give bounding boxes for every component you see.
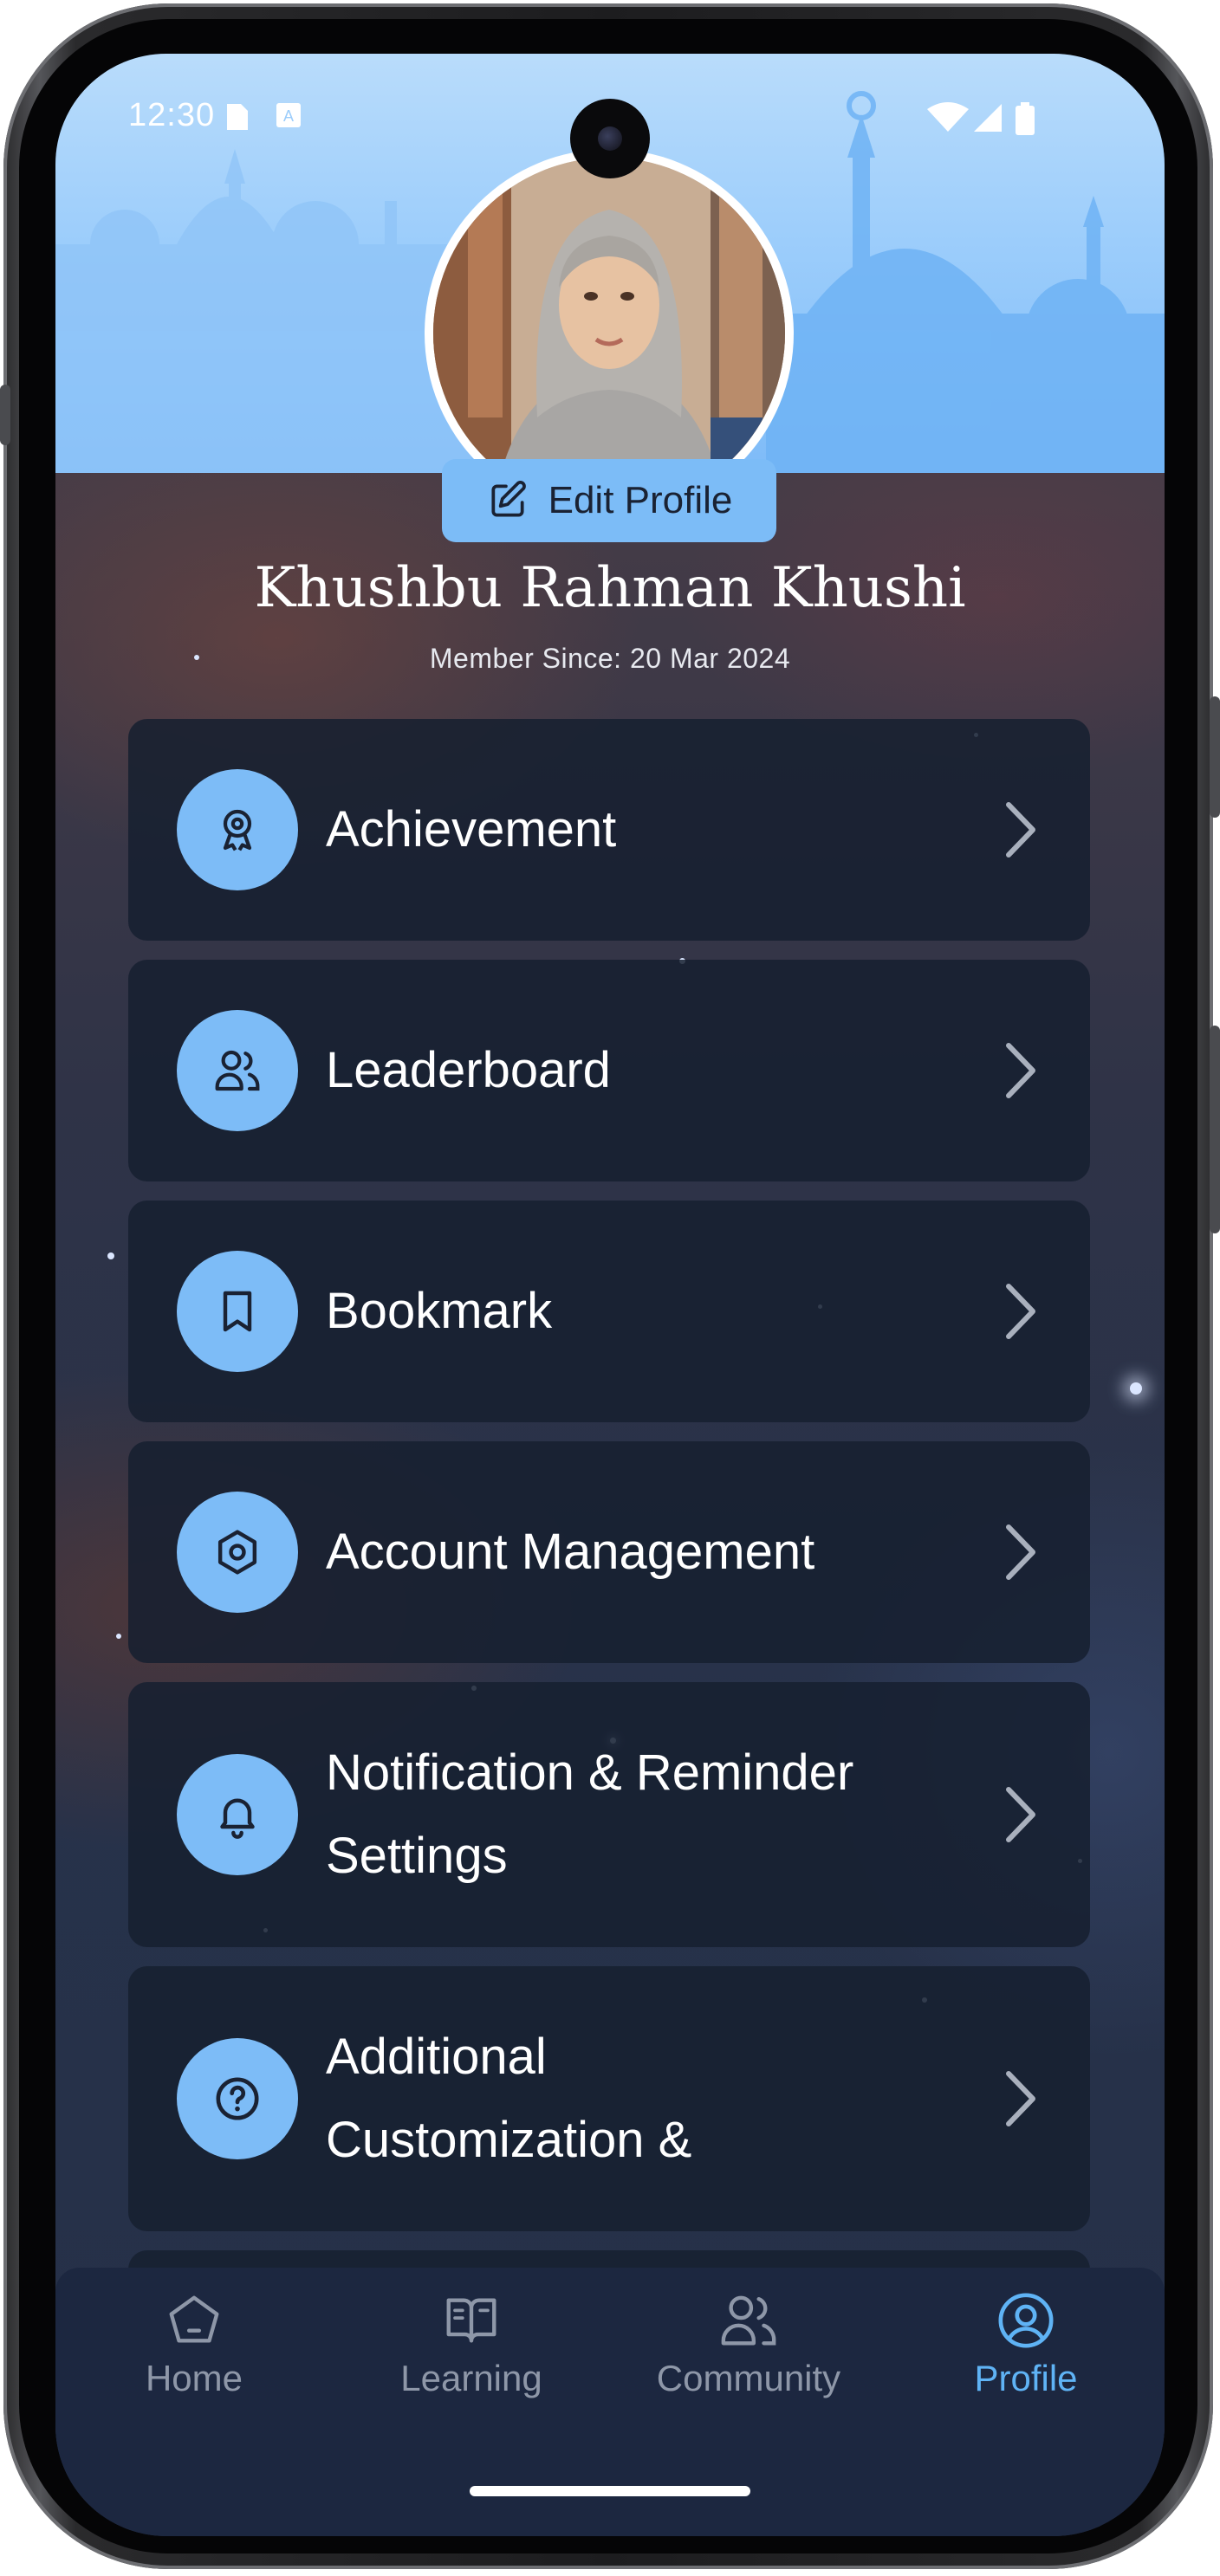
nav-home-label: Home: [145, 2358, 243, 2398]
nav-community[interactable]: Community: [636, 2268, 861, 2441]
menu-label-notification-line1: Notification & Reminder: [326, 1744, 854, 1801]
power-button: [1210, 696, 1220, 818]
nav-learning[interactable]: Learning: [359, 2268, 584, 2441]
menu-item-additional-customization[interactable]: Additional Customization &: [128, 1966, 1090, 2231]
menu-label-bookmark: Bookmark: [326, 1283, 553, 1339]
bell-icon: [177, 1754, 298, 1875]
menu-label-additional-line2: Customization &: [326, 2112, 692, 2168]
menu-label-account-management: Account Management: [326, 1524, 815, 1580]
keyboard-a-icon: A: [276, 103, 301, 127]
chevron-right-icon: [1006, 802, 1035, 858]
person-portrait-icon: [433, 158, 785, 509]
menu-label-achievement: Achievement: [326, 801, 617, 858]
menu-item-achievement[interactable]: Achievement: [128, 719, 1090, 941]
profile-photo: [433, 158, 785, 509]
menu-item-notification-settings[interactable]: Notification & Reminder Settings: [128, 1682, 1090, 1947]
menu-item-account-management[interactable]: Account Management: [128, 1441, 1090, 1663]
book-icon: [446, 2298, 496, 2343]
member-since: Member Since: 20 Mar 2024: [429, 643, 791, 674]
chevron-right-icon: [1006, 1284, 1035, 1339]
menu-item-leaderboard[interactable]: Leaderboard: [128, 960, 1090, 1181]
menu-label-notification-line2: Settings: [326, 1828, 508, 1884]
home-indicator[interactable]: [470, 2486, 750, 2496]
chevron-right-icon: [1006, 2071, 1035, 2126]
nav-profile-label: Profile: [974, 2358, 1078, 2398]
battery-icon: [1016, 102, 1035, 135]
app-screen: 12:30 A Edit Profile Khushbu Rahman Khus…: [55, 54, 1165, 2536]
nav-home[interactable]: Home: [81, 2268, 307, 2441]
status-time: 12:30: [128, 97, 216, 133]
bookmark-icon: [177, 1251, 298, 1372]
user-circle-icon: [998, 2293, 1054, 2348]
settings-hexagon-icon: [177, 1492, 298, 1613]
side-button: [0, 385, 10, 445]
nav-community-label: Community: [656, 2358, 841, 2398]
edit-icon: [491, 481, 526, 517]
chevron-right-icon: [1006, 1043, 1035, 1098]
chevron-right-icon: [1006, 1524, 1035, 1580]
menu-label-leaderboard: Leaderboard: [326, 1042, 611, 1098]
front-camera: [570, 99, 650, 178]
wifi-icon: [927, 102, 969, 132]
users-icon: [177, 1010, 298, 1131]
help-circle-icon: [177, 2038, 298, 2159]
award-icon: [177, 769, 298, 890]
profile-name: Khushbu Rahman Khushi: [254, 556, 966, 620]
edit-profile-label: Edit Profile: [548, 479, 733, 521]
signal-icon: [974, 104, 1002, 132]
chevron-right-icon: [1006, 1787, 1035, 1842]
phone-frame: 12:30 A Edit Profile Khushbu Rahman Khus…: [0, 3, 1220, 2569]
nav-learning-label: Learning: [400, 2358, 542, 2398]
users-icon: [721, 2295, 776, 2346]
sim-card-icon: [227, 104, 248, 130]
volume-button: [1210, 1026, 1220, 1233]
menu-item-bookmark[interactable]: Bookmark: [128, 1201, 1090, 1422]
menu-label-additional-line1: Additional: [326, 2029, 547, 2085]
svg-text:A: A: [283, 107, 294, 125]
nav-profile[interactable]: Profile: [913, 2268, 1139, 2441]
home-icon: [169, 2295, 219, 2343]
edit-profile-button[interactable]: Edit Profile: [442, 459, 776, 542]
